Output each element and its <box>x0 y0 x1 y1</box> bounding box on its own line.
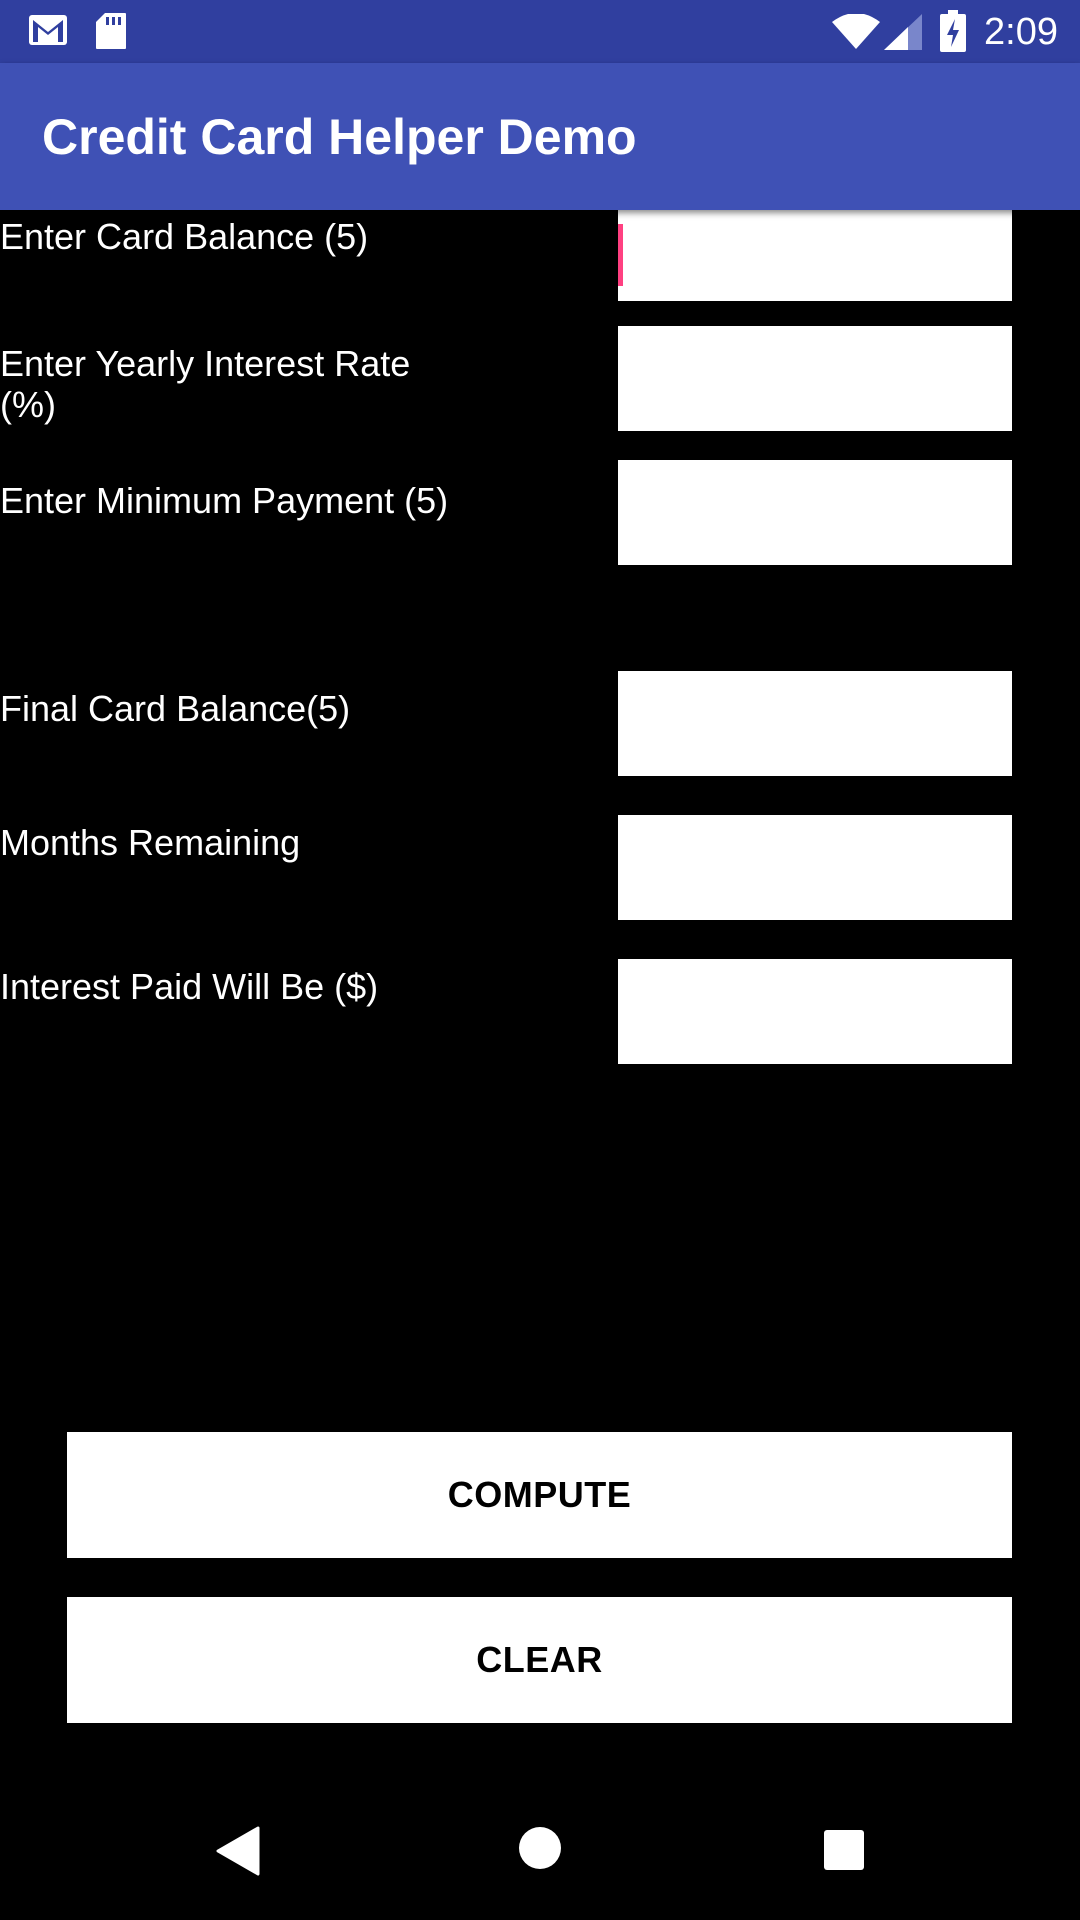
months-remaining-label: Months Remaining <box>0 822 301 863</box>
wifi-icon <box>832 14 880 49</box>
navigation-bar <box>0 1794 1080 1920</box>
gmail-icon <box>29 15 67 45</box>
minimum-payment-label: Enter Minimum Payment (5) <box>0 480 449 521</box>
status-time: 2:09 <box>984 11 1058 53</box>
interest-paid-field[interactable] <box>618 959 1012 1064</box>
card-balance-input[interactable] <box>618 196 1012 301</box>
back-icon[interactable] <box>214 1826 260 1876</box>
app-title: Credit Card Helper Demo <box>42 109 637 165</box>
interest-rate-label: Enter Yearly Interest Rate (%) <box>0 343 411 425</box>
status-bar: 2:09 <box>0 0 1080 63</box>
months-remaining-field[interactable] <box>618 815 1012 920</box>
battery-charging-icon <box>940 10 966 52</box>
final-balance-field[interactable] <box>618 671 1012 776</box>
text-cursor <box>618 224 623 286</box>
clear-button[interactable]: CLEAR <box>67 1597 1012 1723</box>
home-icon[interactable] <box>518 1826 562 1870</box>
sd-card-icon <box>96 13 126 49</box>
minimum-payment-input[interactable] <box>618 460 1012 565</box>
interest-paid-label: Interest Paid Will Be ($) <box>0 966 379 1007</box>
interest-rate-input[interactable] <box>618 326 1012 431</box>
app-bar: Credit Card Helper Demo <box>0 63 1080 210</box>
final-balance-label: Final Card Balance(5) <box>0 688 351 729</box>
signal-icon <box>884 14 922 50</box>
compute-button[interactable]: COMPUTE <box>67 1432 1012 1558</box>
recents-icon[interactable] <box>823 1829 865 1871</box>
card-balance-label: Enter Card Balance (5) <box>0 216 369 257</box>
